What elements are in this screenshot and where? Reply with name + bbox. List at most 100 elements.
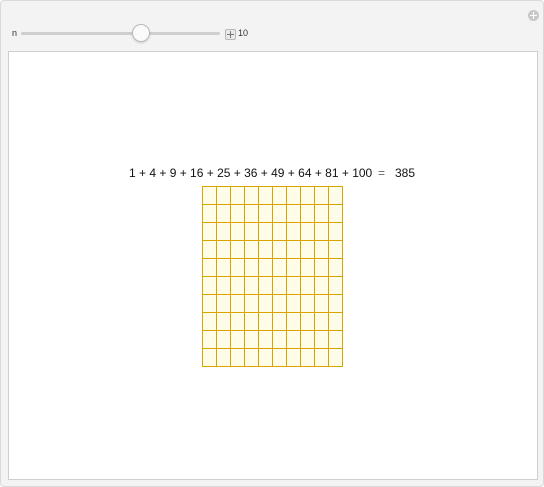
grid-cell bbox=[329, 205, 343, 223]
grid-cell bbox=[203, 241, 217, 259]
output-panel: 1 + 4 + 9 + 16 + 25 + 36 + 49 + 64 + 81 … bbox=[8, 51, 538, 480]
grid-cell bbox=[301, 259, 315, 277]
grid-cell bbox=[301, 241, 315, 259]
grid-cell bbox=[315, 277, 329, 295]
grid-cell bbox=[231, 349, 245, 367]
grid-cells bbox=[202, 186, 343, 367]
grid-cell bbox=[217, 313, 231, 331]
grid-cell bbox=[273, 277, 287, 295]
grid-cell bbox=[315, 241, 329, 259]
grid-cell bbox=[259, 223, 273, 241]
grid-cell bbox=[329, 295, 343, 313]
grid-cell bbox=[259, 205, 273, 223]
grid-cell bbox=[231, 205, 245, 223]
grid-cell bbox=[329, 223, 343, 241]
grid-cell bbox=[203, 331, 217, 349]
grid-cell bbox=[259, 241, 273, 259]
grid-cell bbox=[231, 241, 245, 259]
grid-cell bbox=[231, 277, 245, 295]
grid-cell bbox=[217, 295, 231, 313]
grid-cell bbox=[273, 241, 287, 259]
grid-cell bbox=[315, 187, 329, 205]
grid-cell bbox=[287, 313, 301, 331]
n-slider[interactable] bbox=[21, 24, 220, 42]
grid-cell bbox=[273, 187, 287, 205]
grid-cell bbox=[273, 205, 287, 223]
grid-cell bbox=[315, 313, 329, 331]
grid-cell bbox=[301, 187, 315, 205]
grid-cell bbox=[287, 277, 301, 295]
grid-cell bbox=[287, 349, 301, 367]
grid-cell bbox=[203, 223, 217, 241]
grid-cell bbox=[231, 259, 245, 277]
grid-cell bbox=[217, 277, 231, 295]
grid-cell bbox=[203, 295, 217, 313]
grid-cell bbox=[203, 205, 217, 223]
grid-cell bbox=[301, 205, 315, 223]
grid-cell bbox=[287, 223, 301, 241]
grid-cell bbox=[231, 331, 245, 349]
sum-terms: 1 + 4 + 9 + 16 + 25 + 36 + 49 + 64 + 81 … bbox=[129, 166, 373, 180]
grid-cell bbox=[287, 205, 301, 223]
grid-cell bbox=[245, 349, 259, 367]
grid-cell bbox=[329, 277, 343, 295]
plus-icon[interactable] bbox=[225, 29, 236, 40]
grid-cell bbox=[231, 223, 245, 241]
grid-cell bbox=[329, 241, 343, 259]
grid-cell bbox=[231, 313, 245, 331]
grid-cell bbox=[259, 277, 273, 295]
grid-cell bbox=[203, 259, 217, 277]
grid-cell bbox=[287, 331, 301, 349]
grid-cell bbox=[203, 349, 217, 367]
close-icon[interactable] bbox=[528, 10, 539, 21]
grid-cell bbox=[329, 331, 343, 349]
grid-cell bbox=[245, 205, 259, 223]
grid-cell bbox=[245, 277, 259, 295]
grid-cell bbox=[217, 259, 231, 277]
equals-sign: = bbox=[378, 166, 386, 180]
grid-cell bbox=[329, 313, 343, 331]
grid-cell bbox=[217, 331, 231, 349]
grid-cell bbox=[231, 295, 245, 313]
grid-cell bbox=[329, 259, 343, 277]
grid-cell bbox=[273, 259, 287, 277]
grid-cell bbox=[301, 295, 315, 313]
grid-cell bbox=[203, 277, 217, 295]
grid-cell bbox=[287, 295, 301, 313]
grid-cell bbox=[245, 223, 259, 241]
grid-cell bbox=[245, 331, 259, 349]
square-grid bbox=[202, 186, 343, 367]
slider-thumb[interactable] bbox=[132, 24, 151, 42]
grid-cell bbox=[245, 241, 259, 259]
grid-cell bbox=[203, 313, 217, 331]
grid-cell bbox=[217, 205, 231, 223]
grid-cell bbox=[245, 313, 259, 331]
sum-result: 385 bbox=[395, 166, 416, 180]
grid-cell bbox=[217, 223, 231, 241]
grid-cell bbox=[245, 295, 259, 313]
n-label: n bbox=[12, 28, 18, 38]
grid-cell bbox=[273, 295, 287, 313]
grid-cell bbox=[259, 313, 273, 331]
grid-cell bbox=[329, 187, 343, 205]
grid-cell bbox=[217, 349, 231, 367]
grid-cell bbox=[315, 223, 329, 241]
grid-cell bbox=[273, 331, 287, 349]
grid-cell bbox=[245, 259, 259, 277]
grid-cell bbox=[259, 295, 273, 313]
grid-cell bbox=[259, 331, 273, 349]
grid-cell bbox=[231, 187, 245, 205]
grid-cell bbox=[301, 349, 315, 367]
grid-cell bbox=[315, 205, 329, 223]
grid-cell bbox=[273, 223, 287, 241]
grid-cell bbox=[217, 241, 231, 259]
grid-cell bbox=[301, 331, 315, 349]
grid-cell bbox=[315, 259, 329, 277]
grid-cell bbox=[315, 349, 329, 367]
grid-cell bbox=[315, 331, 329, 349]
grid-cell bbox=[273, 313, 287, 331]
controls-row: n 10 bbox=[1, 23, 544, 45]
grid-cell bbox=[203, 187, 217, 205]
grid-cell bbox=[287, 259, 301, 277]
grid-cell bbox=[245, 187, 259, 205]
